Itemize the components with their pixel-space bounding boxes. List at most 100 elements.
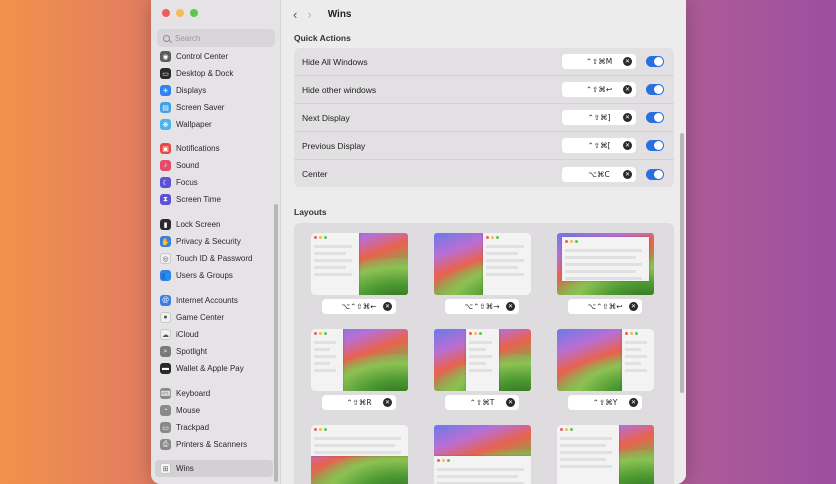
back-button[interactable]: ‹: [293, 8, 297, 21]
layout-preview-right-half[interactable]: [434, 233, 531, 295]
layout-shortcut-recorder[interactable]: ⌃⇧⌘Y ✕: [568, 395, 642, 410]
layout-shortcut-recorder[interactable]: ⌃⇧⌘T ✕: [445, 395, 519, 410]
layout-preview-left-half[interactable]: [311, 233, 408, 295]
clear-shortcut-icon[interactable]: ✕: [383, 302, 392, 311]
sidebar-item-label: Keyboard: [176, 389, 211, 398]
layout-preview-bottom-half[interactable]: [434, 425, 531, 484]
zoom-window-button[interactable]: [190, 9, 198, 17]
clear-shortcut-icon[interactable]: ✕: [383, 398, 392, 407]
quick-action-label: Center: [302, 169, 328, 179]
layout-preview-center-third[interactable]: [434, 329, 531, 391]
layout-shortcut-recorder[interactable]: ⌃⇧⌘R ✕: [322, 395, 396, 410]
clear-shortcut-icon[interactable]: ✕: [623, 141, 632, 150]
close-window-button[interactable]: [162, 9, 170, 17]
layout-shortcut-recorder[interactable]: ⌥⌃⇧⌘← ✕: [322, 299, 396, 314]
game-center-icon: ●: [160, 312, 171, 323]
sidebar-item-label: Sound: [176, 161, 200, 170]
sidebar-item-label: Privacy & Security: [176, 237, 241, 246]
quick-action-row: Center ⌥⌘C ✕: [294, 160, 674, 188]
window-preview: [557, 425, 619, 484]
layout-preview-top-half[interactable]: [311, 425, 408, 484]
screen-saver-icon: ▤: [160, 102, 171, 113]
clear-shortcut-icon[interactable]: ✕: [623, 85, 632, 94]
sidebar-scrollbar[interactable]: [274, 204, 278, 482]
sidebar-item-wallpaper[interactable]: ❋ Wallpaper: [155, 116, 273, 133]
sidebar-item-spotlight[interactable]: ⌕ Spotlight: [155, 343, 273, 360]
clear-shortcut-icon[interactable]: ✕: [629, 302, 638, 311]
sidebar-item-users-groups[interactable]: 👥 Users & Groups: [155, 267, 273, 284]
wallpaper-icon: ❋: [160, 119, 171, 130]
search-placeholder: Search: [175, 33, 201, 43]
search-icon: [163, 34, 170, 42]
clear-shortcut-icon[interactable]: ✕: [506, 398, 515, 407]
users-icon: 👥: [160, 270, 171, 281]
clear-shortcut-icon[interactable]: ✕: [623, 169, 632, 179]
quick-action-label: Hide All Windows: [302, 56, 368, 67]
clear-shortcut-icon[interactable]: ✕: [623, 57, 632, 66]
sidebar-item-wallet-apple-pay[interactable]: ▬ Wallet & Apple Pay: [155, 360, 273, 377]
sidebar-item-focus[interactable]: ☾ Focus: [155, 174, 273, 191]
clear-shortcut-icon[interactable]: ✕: [629, 398, 638, 407]
layout-shortcut-recorder[interactable]: ⌥⌃⇧⌘↩ ✕: [568, 299, 642, 314]
clear-shortcut-icon[interactable]: ✕: [506, 302, 515, 311]
shortcut-keys: ⌃⇧⌘T: [469, 398, 495, 407]
shortcut-recorder[interactable]: ⌃⇧⌘M ✕: [562, 54, 636, 69]
sidebar-item-displays[interactable]: ☀ Displays: [155, 82, 273, 99]
sidebar-item-label: Touch ID & Password: [176, 254, 253, 263]
layout-preview-maximize[interactable]: [557, 233, 654, 295]
forward-button[interactable]: ›: [307, 8, 311, 21]
window-dots-icon: [560, 428, 573, 431]
sidebar-item-label: Focus: [176, 178, 198, 187]
sidebar-item-label: Mouse: [176, 406, 201, 415]
sidebar-item-label: iCloud: [176, 330, 199, 339]
window-preview: [466, 329, 499, 391]
sidebar-item-trackpad[interactable]: ▭ Trackpad: [155, 419, 273, 436]
shortcut-keys: ⌃⇧⌘]: [587, 113, 611, 122]
sidebar-item-label: Trackpad: [176, 423, 210, 432]
enable-toggle[interactable]: [646, 56, 664, 67]
search-field[interactable]: Search: [157, 29, 275, 47]
sound-icon: ♪: [160, 160, 171, 171]
shortcut-recorder[interactable]: ⌥⌘C ✕: [562, 166, 636, 182]
shortcut-recorder[interactable]: ⌃⇧⌘[✕: [562, 138, 636, 153]
sidebar-item-label: Screen Saver: [176, 103, 225, 112]
sidebar-item-printers-scanners[interactable]: ⎙ Printers & Scanners: [155, 436, 273, 453]
layout-preview-left-third[interactable]: [311, 329, 408, 391]
minimize-window-button[interactable]: [176, 9, 184, 17]
keyboard-icon: ⌨: [160, 388, 171, 399]
enable-toggle[interactable]: [646, 84, 664, 95]
sidebar-item-privacy-security[interactable]: ✋ Privacy & Security: [155, 233, 273, 250]
window-preview: [562, 237, 649, 281]
sidebar-item-internet-accounts[interactable]: @ Internet Accounts: [155, 292, 273, 309]
sidebar-item-lock-screen[interactable]: ▮ Lock Screen: [155, 216, 273, 233]
sidebar-item-screen-time[interactable]: ⧗ Screen Time: [155, 191, 273, 208]
sidebar-item-keyboard[interactable]: ⌨ Keyboard: [155, 385, 273, 402]
enable-toggle[interactable]: [646, 168, 664, 180]
wins-app-icon: ⊞: [160, 463, 171, 474]
sidebar-item-screen-saver[interactable]: ▤ Screen Saver: [155, 99, 273, 116]
sidebar-item-label: Game Center: [176, 313, 225, 322]
enable-toggle[interactable]: [646, 140, 664, 151]
layout-preview-top-right-quarter[interactable]: [557, 425, 654, 484]
shortcut-recorder[interactable]: ⌃⇧⌘↩ ✕: [562, 82, 636, 97]
shortcut-recorder[interactable]: ⌃⇧⌘] ✕: [562, 110, 636, 125]
enable-toggle[interactable]: [646, 112, 664, 123]
main-scrollbar[interactable]: [680, 133, 684, 393]
sidebar-item-control-center[interactable]: ◉ Control Center: [155, 48, 273, 65]
sidebar-item-touch-id-password[interactable]: ◎ Touch ID & Password: [155, 250, 273, 267]
shortcut-keys: ⌥⌃⇧⌘←: [341, 302, 377, 311]
quick-actions-list: Hide All Windows ⌃⇧⌘M ✕ Hide other windows ⌃…: [294, 48, 674, 187]
sidebar-item-wins[interactable]: ⊞ Wins: [155, 460, 273, 477]
sidebar-item-desktop-dock[interactable]: ▭ Desktop & Dock: [155, 65, 273, 82]
displays-icon: ☀: [160, 85, 171, 96]
window-dots-icon: [314, 428, 327, 431]
sidebar-item-icloud[interactable]: ☁ iCloud: [155, 326, 273, 343]
clear-shortcut-icon[interactable]: ✕: [623, 113, 632, 122]
layouts-grid: ⌥⌃⇧⌘← ✕ ⌥⌃⇧⌘→ ✕ ⌥⌃⇧⌘↩ ✕ ⌃⇧⌘R ✕ ⌃⇧⌘T ✕ ⌃⇧⌘Y ✕: [294, 223, 674, 484]
sidebar-item-notifications[interactable]: ▣ Notifications: [155, 140, 273, 157]
sidebar-item-game-center[interactable]: ● Game Center: [155, 309, 273, 326]
layout-preview-right-third[interactable]: [557, 329, 654, 391]
sidebar-item-mouse[interactable]: ◔ Mouse: [155, 402, 273, 419]
layout-shortcut-recorder[interactable]: ⌥⌃⇧⌘→ ✕: [445, 299, 519, 314]
sidebar-item-sound[interactable]: ♪ Sound: [155, 157, 273, 174]
